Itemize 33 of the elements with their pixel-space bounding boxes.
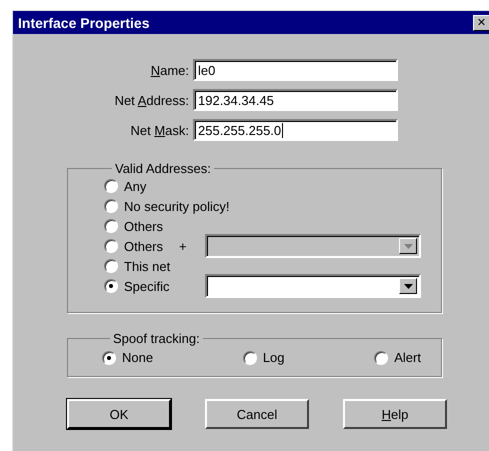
dialog-button[interactable]: OK	[67, 399, 171, 429]
radio-label: Specific	[124, 278, 170, 294]
close-button[interactable]: ✕	[473, 14, 489, 30]
radio-button[interactable]	[242, 350, 257, 364]
radio-label: Others	[124, 238, 164, 254]
radio-label: Others	[124, 218, 164, 234]
radio-button[interactable]	[104, 219, 118, 233]
radio-button[interactable]	[374, 350, 388, 364]
radio-button[interactable]	[104, 279, 118, 293]
field-label: Net Address:	[114, 92, 190, 108]
dropdown[interactable]	[205, 274, 421, 298]
radio-button[interactable]	[104, 259, 118, 273]
dialog-button[interactable]: Help	[343, 399, 447, 429]
radio-label: None	[122, 350, 154, 365]
radio-button[interactable]	[102, 350, 116, 364]
radio-label: Alert	[394, 350, 421, 365]
radio-button[interactable]	[104, 239, 118, 253]
radio-label: Log	[262, 350, 285, 365]
window-title: Interface Properties	[18, 14, 150, 30]
radio-label: No security policy!	[124, 198, 230, 214]
dialog-button[interactable]: Cancel	[205, 399, 309, 429]
field-label: Name:	[150, 62, 190, 78]
radio-button[interactable]	[104, 179, 118, 193]
field-label: Net Mask:	[129, 122, 190, 138]
text-field[interactable]: 192.34.34.45	[193, 89, 398, 111]
radio-button[interactable]	[104, 199, 118, 213]
group-title: Spoof tracking:	[112, 331, 201, 346]
group-title: Valid Addresses:	[114, 161, 212, 176]
plus-label: +	[179, 238, 187, 254]
radio-label: Any	[124, 178, 146, 194]
text-field[interactable]: le0	[193, 59, 398, 81]
text-field[interactable]: 255.255.255.0	[193, 119, 398, 141]
radio-label: This net	[124, 258, 170, 274]
